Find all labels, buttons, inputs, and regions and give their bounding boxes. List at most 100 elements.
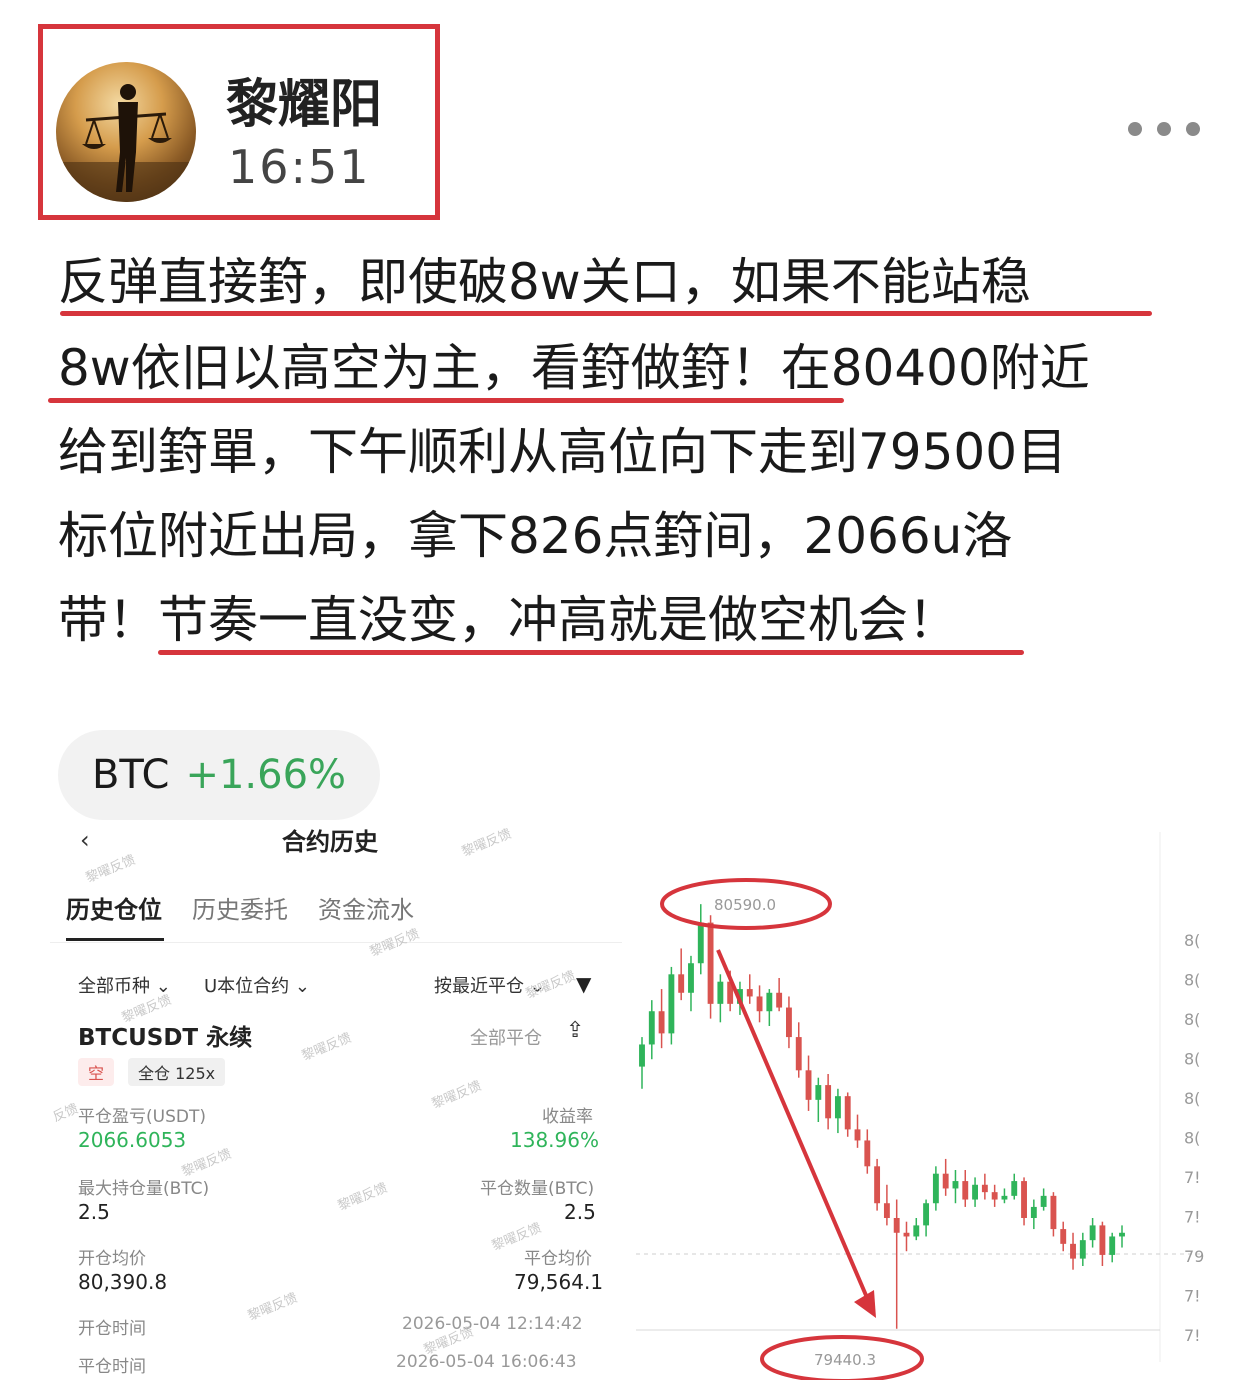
candle-body (952, 1181, 959, 1189)
y-axis-tick-label: 7! (1184, 1208, 1201, 1227)
y-axis-tick-label: 8( (1184, 1129, 1200, 1148)
candle-body (805, 1070, 812, 1100)
tab-history-order[interactable]: 历史委托 (192, 890, 288, 925)
divider (50, 942, 622, 943)
post-text-line: 8w依旧以高空为主，看篈做篈！在80400附近 (58, 339, 1090, 397)
candle-body (932, 1173, 939, 1204)
close-avg-label: 平仓均价 (524, 1249, 592, 1269)
candle-body (688, 963, 694, 993)
watermark: 黎曜反馈 (429, 1078, 484, 1113)
watermark: 反馈 (50, 1101, 81, 1126)
candle-body (1021, 1181, 1027, 1218)
candle-body (786, 1007, 792, 1038)
candle-body (1099, 1225, 1106, 1255)
margin-badge: 全仓 125x (128, 1058, 226, 1086)
close-avg-value: 79,564.1 (514, 1270, 604, 1294)
filter-coin-label: 全部币种 (78, 976, 150, 997)
candle-body (991, 1192, 998, 1200)
candle-body (844, 1096, 851, 1130)
trade-pair: BTCUSDT 永续 (78, 1025, 253, 1051)
candle-body (658, 1011, 665, 1034)
y-axis-tick-label: 79 (1184, 1247, 1204, 1266)
tab-fund-flow[interactable]: 资金流水 (318, 890, 414, 925)
y-axis-tick-label: 7! (1184, 1287, 1201, 1306)
more-icon[interactable] (1128, 118, 1200, 140)
candle-body (972, 1184, 978, 1200)
candle-body (1119, 1232, 1125, 1237)
y-axis-tick-label: 8( (1184, 931, 1200, 950)
post-text-line: 反弹直接篈，即使破8w关口，如果不能站稳 (58, 253, 1031, 311)
candle-body (903, 1232, 910, 1237)
max-position-value: 2.5 (78, 1200, 110, 1224)
stock-change: +1.66% (185, 752, 347, 798)
share-icon[interactable]: ⇪ (566, 1018, 584, 1043)
y-axis-tick-label: 8( (1184, 1010, 1200, 1029)
candle-body (1030, 1206, 1037, 1218)
underline-mark (158, 650, 1024, 655)
y-axis-tick-label: 8( (1184, 1050, 1200, 1069)
open-time-value: 2026-05-04 12:14:42 (402, 1314, 583, 1334)
candle-body (883, 1203, 890, 1218)
candle-body (648, 1011, 655, 1045)
filter-contract[interactable]: U本位合约 ⌄ (204, 972, 310, 998)
contract-history-screenshot: ‹ 合约历史 历史仓位 历史委托 资金流水 全部币种 ⌄ U本位合约 ⌄ 按最近… (50, 822, 622, 1380)
back-chevron-icon[interactable]: ‹ (80, 826, 90, 854)
avatar-image (56, 84, 196, 202)
candle-body (893, 1218, 900, 1233)
candle-body (746, 989, 753, 997)
open-avg-value: 80,390.8 (78, 1270, 168, 1294)
candlestick-svg: 8(8(8(8(8(8(7! 7! 79 7! 7! 80590.0 79440.3 (636, 832, 1204, 1383)
underline-mark (48, 398, 844, 403)
tab-history-position[interactable]: 历史仓位 (66, 890, 162, 925)
candle-body (874, 1166, 881, 1204)
candle-body (795, 1037, 802, 1071)
candle-body (668, 974, 675, 1034)
low-price-label: 79440.3 (814, 1351, 876, 1369)
candlestick-chart: 8(8(8(8(8(8(7! 7! 79 7! 7! 80590.0 79440.3 (622, 822, 1256, 1383)
candle-body (1060, 1229, 1067, 1244)
post-time: 16:51 (228, 140, 371, 194)
candle-body (825, 1085, 832, 1119)
close-qty-value: 2.5 (564, 1200, 596, 1224)
roi-value: 138.96% (510, 1128, 599, 1152)
y-axis-tick-label: 7! (1184, 1168, 1201, 1187)
y-axis-tick-label: 8( (1184, 1089, 1200, 1108)
post-text-line: 标位附近出局，拿下826点篈间，2066u洛 (58, 507, 1013, 565)
post-text-line: 带！节奏一直没变，冲高就是做空机会！ (58, 591, 958, 649)
stock-tag[interactable]: BTC +1.66% (58, 730, 380, 820)
watermark: 黎曜反馈 (523, 968, 578, 1003)
candle-body (1089, 1225, 1096, 1241)
post-text-line: 给到篈單，下午顺利从高位向下走到79500目 (58, 423, 1068, 481)
watermark: 黎曜反馈 (245, 1290, 300, 1325)
candle-body (776, 992, 783, 1008)
roi-label: 收益率 (542, 1107, 593, 1127)
candle-body (678, 974, 685, 993)
pnl-label: 平仓盈亏(USDT) (78, 1107, 206, 1127)
candle-body (1040, 1195, 1047, 1207)
close-time-label: 平仓时间 (78, 1357, 146, 1377)
tab-indicator (66, 938, 164, 941)
underline-mark (60, 311, 1152, 316)
filter-funnel-icon[interactable]: ▼ (576, 972, 591, 996)
watermark: 黎曜反馈 (367, 926, 422, 961)
candle-body (707, 922, 714, 1004)
author-name[interactable]: 黎耀阳 (226, 62, 382, 137)
candle-body (697, 922, 704, 964)
candle-body (1070, 1243, 1076, 1259)
side-badge: 空 (78, 1058, 115, 1086)
candle-body (962, 1181, 969, 1200)
candle-body (864, 1140, 871, 1167)
candle-body (981, 1184, 988, 1193)
close-all-button[interactable]: 全部平仓 (470, 1024, 542, 1050)
filter-sort-label: 按最近平仓 (434, 976, 524, 997)
candle-body (639, 1044, 645, 1067)
candle-body (1079, 1240, 1086, 1259)
chevron-down-icon: ⌄ (294, 976, 311, 997)
candle-body (717, 981, 724, 1004)
stock-symbol: BTC (91, 752, 170, 798)
avatar[interactable] (56, 62, 196, 202)
pnl-value: 2066.6053 (78, 1128, 187, 1152)
open-time-label: 开仓时间 (78, 1319, 146, 1339)
candle-body (913, 1225, 920, 1237)
high-price-label: 80590.0 (714, 896, 776, 914)
